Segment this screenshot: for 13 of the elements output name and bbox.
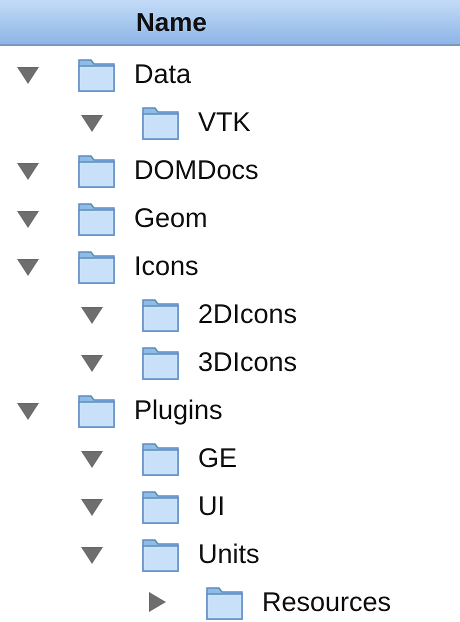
folder-name[interactable]: VTK — [198, 106, 251, 138]
folder-name[interactable]: Icons — [134, 250, 199, 282]
folder-name[interactable]: UI — [198, 490, 225, 522]
folder-name[interactable]: 3DIcons — [198, 346, 298, 378]
folder-name[interactable]: Plugins — [134, 394, 223, 426]
folder-name[interactable]: Resources — [262, 586, 392, 618]
folder-name[interactable]: DOMDocs — [134, 154, 259, 186]
folder-name[interactable]: Geom — [134, 202, 208, 234]
column-header[interactable]: Name — [0, 0, 460, 46]
folder-name[interactable]: Units — [198, 538, 260, 570]
folder-name[interactable]: Data — [134, 58, 192, 90]
folder-name[interactable]: 2DIcons — [198, 298, 298, 330]
folder-name[interactable]: GE — [198, 442, 238, 474]
